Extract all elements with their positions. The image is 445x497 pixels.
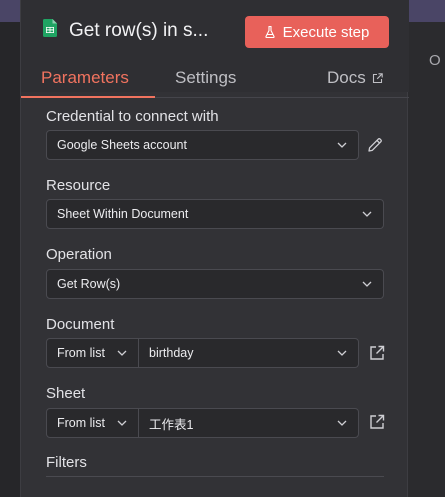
panel-tabs: Parameters Settings Docs (21, 64, 409, 98)
pencil-icon[interactable] (366, 136, 384, 154)
document-mode-value: From list (57, 346, 105, 360)
sheet-select[interactable]: 工作表1 (138, 408, 359, 438)
sheet-mode-select[interactable]: From list (46, 408, 139, 438)
canvas-topbar-right (408, 0, 445, 22)
external-link-icon (372, 72, 383, 83)
chevron-down-icon (117, 420, 127, 426)
chevron-down-icon (117, 350, 127, 356)
open-document-external-icon[interactable] (368, 344, 386, 362)
tab-docs[interactable]: Docs (327, 68, 383, 88)
document-value: birthday (149, 346, 194, 360)
credential-select[interactable]: Google Sheets account (46, 130, 359, 160)
tab-settings[interactable]: Settings (175, 68, 236, 88)
document-label: Document (46, 316, 115, 333)
credential-label: Credential to connect with (46, 108, 219, 125)
flask-icon (265, 26, 275, 38)
credential-value: Google Sheets account (57, 138, 187, 152)
chevron-down-icon (337, 142, 347, 148)
operation-label: Operation (46, 246, 112, 263)
tab-parameters[interactable]: Parameters (41, 68, 129, 88)
chevron-down-icon (362, 281, 372, 287)
sheet-mode-value: From list (57, 416, 105, 430)
canvas-topbar-left (0, 0, 20, 22)
sheet-label: Sheet (46, 385, 86, 402)
resource-label: Resource (46, 177, 111, 194)
chevron-down-icon (362, 211, 372, 217)
execute-step-label: Execute step (282, 23, 370, 41)
document-mode-select[interactable]: From list (46, 338, 139, 368)
chevron-down-icon (337, 350, 347, 356)
filters-label: Filters (46, 454, 87, 471)
open-sheet-external-icon[interactable] (368, 413, 386, 431)
operation-value: Get Row(s) (57, 277, 121, 291)
active-tab-indicator (21, 96, 155, 98)
operation-select[interactable]: Get Row(s) (46, 269, 384, 299)
node-parameters-panel: Get row(s) in s... Execute step Paramete… (20, 0, 409, 497)
docs-label: Docs (327, 68, 366, 87)
background-text: O (429, 52, 441, 69)
canvas-background-left (0, 0, 20, 497)
resource-select[interactable]: Sheet Within Document (46, 199, 384, 229)
canvas-background-right (408, 0, 445, 497)
filters-divider (46, 476, 384, 477)
node-title[interactable]: Get row(s) in s... (69, 20, 208, 42)
google-sheets-icon (43, 19, 57, 37)
resource-value: Sheet Within Document (57, 207, 189, 221)
execute-step-button[interactable]: Execute step (245, 16, 389, 48)
document-select[interactable]: birthday (138, 338, 359, 368)
sheet-value: 工作表1 (149, 417, 194, 432)
chevron-down-icon (337, 420, 347, 426)
